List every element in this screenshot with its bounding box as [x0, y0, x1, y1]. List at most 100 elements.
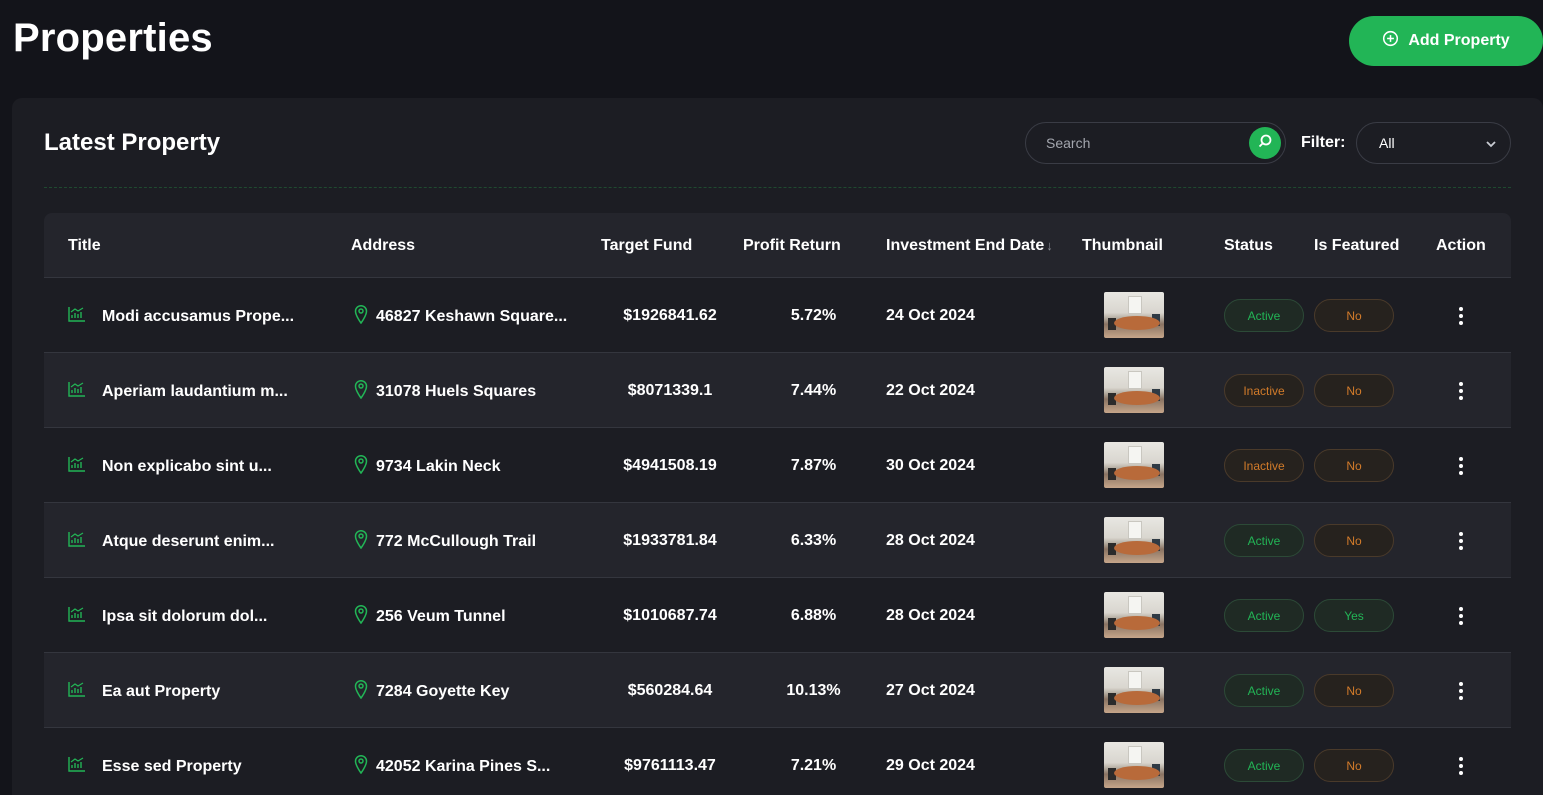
kebab-dot	[1459, 464, 1463, 468]
investment-end-date: 22 Oct 2024	[886, 382, 975, 399]
investment-end-date: 24 Oct 2024	[886, 307, 975, 324]
property-thumbnail[interactable]	[1104, 667, 1164, 713]
target-fund: $9761113.47	[624, 757, 716, 774]
featured-badge[interactable]: No	[1314, 674, 1394, 707]
chart-icon	[68, 456, 86, 477]
search-button[interactable]	[1249, 127, 1281, 159]
property-thumbnail[interactable]	[1104, 442, 1164, 488]
filter-label: Filter:	[1301, 134, 1346, 151]
status-badge[interactable]: Inactive	[1224, 374, 1304, 407]
property-thumbnail[interactable]	[1104, 292, 1164, 338]
column-header-end-date[interactable]: Investment End Date ↓	[886, 237, 1053, 255]
target-fund: $1933781.84	[623, 532, 717, 549]
chart-icon	[68, 531, 86, 552]
table-row[interactable]: Atque deserunt enim... 772 McCullough Tr…	[44, 503, 1511, 578]
property-address: 46827 Keshawn Square...	[376, 308, 568, 325]
column-header-address[interactable]: Address	[351, 237, 415, 255]
featured-badge[interactable]: No	[1314, 749, 1394, 782]
property-thumbnail[interactable]	[1104, 592, 1164, 638]
search-input[interactable]	[1026, 135, 1241, 151]
column-header-target-fund[interactable]: Target Fund	[601, 237, 692, 255]
row-action-menu-button[interactable]	[1449, 304, 1473, 328]
property-title[interactable]: Non explicabo sint u...	[102, 458, 272, 476]
column-header-is-featured[interactable]: Is Featured	[1314, 237, 1399, 255]
title-cell: Atque deserunt enim...	[68, 531, 274, 552]
row-action-menu-button[interactable]	[1449, 604, 1473, 628]
profit-return: 10.13%	[786, 682, 841, 699]
table-row[interactable]: Ea aut Property 7284 Goyette Key $560284…	[44, 653, 1511, 728]
map-pin-icon	[354, 754, 368, 779]
property-address: 9734 Lakin Neck	[376, 458, 501, 475]
kebab-dot	[1459, 307, 1463, 311]
property-title[interactable]: Ipsa sit dolorum dol...	[102, 608, 267, 626]
column-header-status[interactable]: Status	[1224, 237, 1273, 255]
property-thumbnail[interactable]	[1104, 742, 1164, 788]
column-header-title[interactable]: Title	[68, 237, 101, 255]
status-badge[interactable]: Active	[1224, 674, 1304, 707]
chevron-down-icon	[1484, 137, 1498, 154]
kebab-dot	[1459, 396, 1463, 400]
featured-badge[interactable]: No	[1314, 374, 1394, 407]
property-title[interactable]: Atque deserunt enim...	[102, 533, 274, 551]
title-cell: Non explicabo sint u...	[68, 456, 272, 477]
status-badge[interactable]: Active	[1224, 299, 1304, 332]
map-pin-icon	[354, 379, 368, 404]
investment-end-date: 29 Oct 2024	[886, 757, 975, 774]
kebab-dot	[1459, 314, 1463, 318]
property-address: 42052 Karina Pines S...	[376, 758, 551, 775]
property-address: 7284 Goyette Key	[376, 683, 510, 700]
chart-icon	[68, 606, 86, 627]
property-thumbnail[interactable]	[1104, 367, 1164, 413]
status-badge[interactable]: Active	[1224, 749, 1304, 782]
plus-circle-icon	[1382, 30, 1399, 52]
table-row[interactable]: Aperiam laudantium m... 31078 Huels Squa…	[44, 353, 1511, 428]
kebab-dot	[1459, 689, 1463, 693]
table-row[interactable]: Esse sed Property 42052 Karina Pines S..…	[44, 728, 1511, 795]
column-header-action: Action	[1436, 237, 1486, 254]
kebab-dot	[1459, 764, 1463, 768]
featured-badge[interactable]: No	[1314, 299, 1394, 332]
property-thumbnail[interactable]	[1104, 517, 1164, 563]
profit-return: 7.87%	[790, 457, 837, 474]
status-badge[interactable]: Inactive	[1224, 449, 1304, 482]
profit-return: 6.33%	[790, 532, 837, 549]
row-action-menu-button[interactable]	[1449, 379, 1473, 403]
title-cell: Ipsa sit dolorum dol...	[68, 606, 267, 627]
target-fund: $1926841.62	[623, 307, 717, 324]
property-title[interactable]: Aperiam laudantium m...	[102, 383, 288, 401]
target-fund: $4941508.19	[623, 457, 717, 474]
investment-end-date: 30 Oct 2024	[886, 457, 975, 474]
row-action-menu-button[interactable]	[1449, 529, 1473, 553]
add-property-button[interactable]: Add Property	[1349, 16, 1543, 66]
row-action-menu-button[interactable]	[1449, 679, 1473, 703]
investment-end-date: 27 Oct 2024	[886, 682, 975, 699]
table-row[interactable]: Modi accusamus Prope... 46827 Keshawn Sq…	[44, 278, 1511, 353]
kebab-dot	[1459, 771, 1463, 775]
filter-select[interactable]: All	[1356, 122, 1511, 164]
featured-badge[interactable]: No	[1314, 524, 1394, 557]
property-title[interactable]: Modi accusamus Prope...	[102, 308, 294, 326]
status-badge[interactable]: Active	[1224, 599, 1304, 632]
column-header-profit-return[interactable]: Profit Return	[743, 237, 841, 255]
address-cell: 31078 Huels Squares	[354, 379, 536, 404]
target-fund: $560284.64	[627, 682, 713, 699]
property-address: 256 Veum Tunnel	[376, 608, 506, 625]
column-header-thumbnail[interactable]: Thumbnail	[1082, 237, 1163, 255]
featured-badge[interactable]: No	[1314, 449, 1394, 482]
property-title[interactable]: Ea aut Property	[102, 683, 220, 701]
row-action-menu-button[interactable]	[1449, 754, 1473, 778]
profit-return: 5.72%	[790, 307, 837, 324]
table-row[interactable]: Non explicabo sint u... 9734 Lakin Neck …	[44, 428, 1511, 503]
status-badge[interactable]: Active	[1224, 524, 1304, 557]
chart-icon	[68, 681, 86, 702]
title-cell: Esse sed Property	[68, 756, 242, 777]
sort-down-icon: ↓	[1046, 238, 1053, 253]
investment-end-date: 28 Oct 2024	[886, 532, 975, 549]
title-cell: Ea aut Property	[68, 681, 220, 702]
profit-return: 7.44%	[790, 382, 837, 399]
property-title[interactable]: Esse sed Property	[102, 758, 242, 776]
table-row[interactable]: Ipsa sit dolorum dol... 256 Veum Tunnel …	[44, 578, 1511, 653]
address-cell: 46827 Keshawn Square...	[354, 304, 567, 329]
row-action-menu-button[interactable]	[1449, 454, 1473, 478]
featured-badge[interactable]: Yes	[1314, 599, 1394, 632]
